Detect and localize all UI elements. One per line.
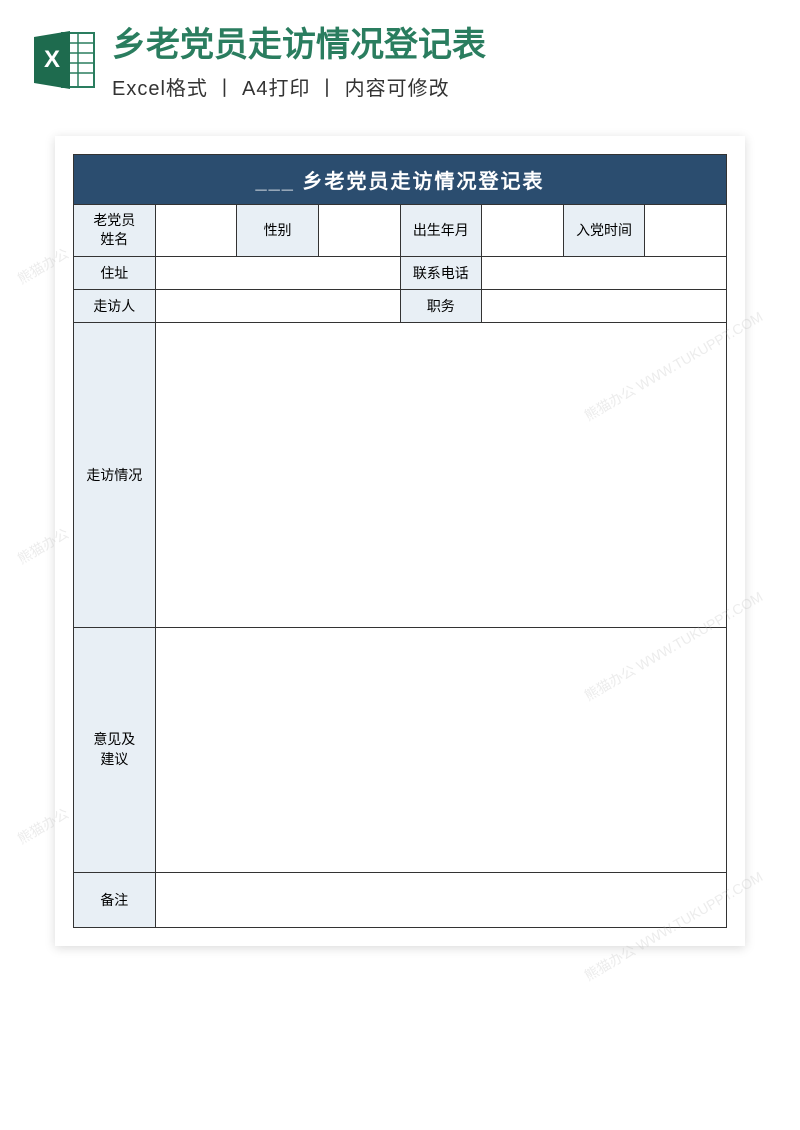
row-suggestions: 意见及 建议 [74,627,727,872]
table-title-prefix: ___ [256,171,295,193]
label-phone: 联系电话 [400,256,482,289]
value-address[interactable] [155,256,400,289]
table-title-row: ___ 乡老党员走访情况登记表 [74,154,727,204]
label-visit-details: 走访情况 [74,322,156,627]
label-name: 老党员 姓名 [74,204,156,256]
value-visitor[interactable] [155,289,400,322]
excel-icon: X [30,25,100,95]
table-title-text: 乡老党员走访情况登记表 [302,171,544,193]
label-birth-date: 出生年月 [400,204,482,256]
value-gender[interactable] [318,204,400,256]
value-position[interactable] [482,289,727,322]
table-title-cell: ___ 乡老党员走访情况登记表 [74,154,727,204]
label-address: 住址 [74,256,156,289]
svg-text:X: X [44,46,60,73]
value-phone[interactable] [482,256,727,289]
label-visitor: 走访人 [74,289,156,322]
row-visit-details: 走访情况 [74,322,727,627]
label-gender: 性别 [237,204,319,256]
registration-form-table: ___ 乡老党员走访情况登记表 老党员 姓名 性别 出生年月 入党时间 住址 联… [73,154,727,928]
header-text-block: 乡老党员走访情况登记表 Excel格式 丨 A4打印 丨 内容可修改 [112,25,770,101]
row-remarks: 备注 [74,872,727,927]
page-header: X 乡老党员走访情况登记表 Excel格式 丨 A4打印 丨 内容可修改 [0,0,800,116]
label-position: 职务 [400,289,482,322]
value-join-date[interactable] [645,204,727,256]
page-subtitle: Excel格式 丨 A4打印 丨 内容可修改 [112,72,770,101]
label-suggestions: 意见及 建议 [74,627,156,872]
page-title: 乡老党员走访情况登记表 [112,25,770,66]
label-join-date: 入党时间 [563,204,645,256]
value-remarks[interactable] [155,872,726,927]
value-name[interactable] [155,204,237,256]
watermark: 熊猫办公 [14,243,72,288]
value-visit-details[interactable] [155,322,726,627]
row-address: 住址 联系电话 [74,256,727,289]
watermark: 熊猫办公 [14,523,72,568]
row-basic-info: 老党员 姓名 性别 出生年月 入党时间 [74,204,727,256]
label-remarks: 备注 [74,872,156,927]
watermark: 熊猫办公 [14,803,72,848]
document-preview: 熊猫办公 熊猫办公 WWW.TUKUPPT.COM 熊猫办公 熊猫办公 WWW.… [55,136,745,946]
row-visitor: 走访人 职务 [74,289,727,322]
value-suggestions[interactable] [155,627,726,872]
value-birth-date[interactable] [482,204,564,256]
